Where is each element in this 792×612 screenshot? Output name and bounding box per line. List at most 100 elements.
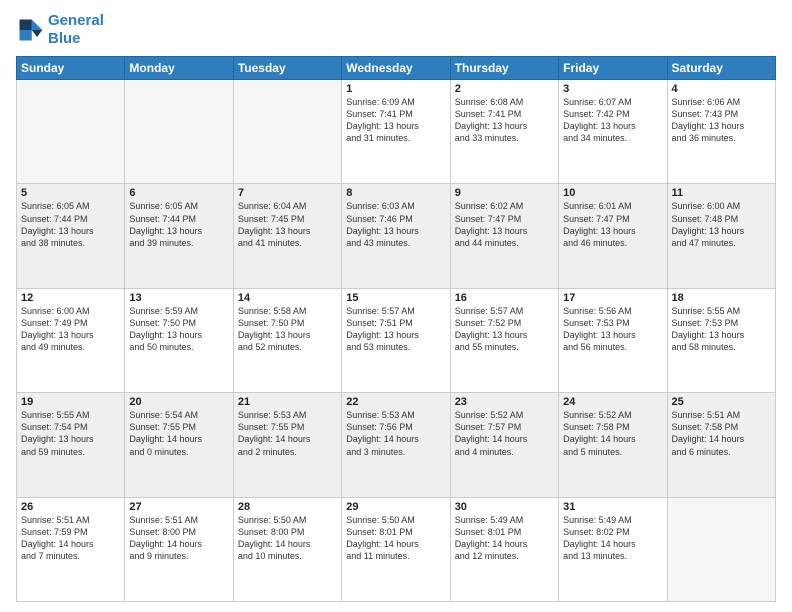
day-number: 30 <box>455 501 554 513</box>
calendar-day-11: 11Sunrise: 6:00 AM Sunset: 7:48 PM Dayli… <box>667 184 775 288</box>
day-info: Sunrise: 5:49 AM Sunset: 8:02 PM Dayligh… <box>563 514 662 563</box>
logo-text: General Blue <box>48 12 104 48</box>
day-number: 7 <box>238 187 337 199</box>
calendar-day-12: 12Sunrise: 6:00 AM Sunset: 7:49 PM Dayli… <box>17 288 125 392</box>
calendar-day-empty <box>667 497 775 601</box>
logo: General Blue <box>16 12 104 48</box>
day-number: 8 <box>346 187 445 199</box>
day-info: Sunrise: 5:57 AM Sunset: 7:51 PM Dayligh… <box>346 305 445 354</box>
calendar-day-26: 26Sunrise: 5:51 AM Sunset: 7:59 PM Dayli… <box>17 497 125 601</box>
day-number: 18 <box>672 292 771 304</box>
day-info: Sunrise: 5:57 AM Sunset: 7:52 PM Dayligh… <box>455 305 554 354</box>
calendar-day-2: 2Sunrise: 6:08 AM Sunset: 7:41 PM Daylig… <box>450 80 558 184</box>
column-header-sunday: Sunday <box>17 57 125 80</box>
day-number: 17 <box>563 292 662 304</box>
calendar-day-5: 5Sunrise: 6:05 AM Sunset: 7:44 PM Daylig… <box>17 184 125 288</box>
day-number: 19 <box>21 396 120 408</box>
day-number: 26 <box>21 501 120 513</box>
day-info: Sunrise: 6:00 AM Sunset: 7:48 PM Dayligh… <box>672 200 771 249</box>
calendar-day-10: 10Sunrise: 6:01 AM Sunset: 7:47 PM Dayli… <box>559 184 667 288</box>
day-number: 9 <box>455 187 554 199</box>
calendar-day-15: 15Sunrise: 5:57 AM Sunset: 7:51 PM Dayli… <box>342 288 450 392</box>
calendar-day-3: 3Sunrise: 6:07 AM Sunset: 7:42 PM Daylig… <box>559 80 667 184</box>
day-info: Sunrise: 5:53 AM Sunset: 7:55 PM Dayligh… <box>238 409 337 458</box>
day-number: 12 <box>21 292 120 304</box>
day-number: 28 <box>238 501 337 513</box>
day-info: Sunrise: 6:03 AM Sunset: 7:46 PM Dayligh… <box>346 200 445 249</box>
day-info: Sunrise: 6:08 AM Sunset: 7:41 PM Dayligh… <box>455 96 554 145</box>
day-info: Sunrise: 5:55 AM Sunset: 7:53 PM Dayligh… <box>672 305 771 354</box>
calendar-day-8: 8Sunrise: 6:03 AM Sunset: 7:46 PM Daylig… <box>342 184 450 288</box>
calendar-week-row: 12Sunrise: 6:00 AM Sunset: 7:49 PM Dayli… <box>17 288 776 392</box>
calendar-day-20: 20Sunrise: 5:54 AM Sunset: 7:55 PM Dayli… <box>125 393 233 497</box>
day-info: Sunrise: 5:55 AM Sunset: 7:54 PM Dayligh… <box>21 409 120 458</box>
day-info: Sunrise: 5:50 AM Sunset: 8:00 PM Dayligh… <box>238 514 337 563</box>
calendar-day-18: 18Sunrise: 5:55 AM Sunset: 7:53 PM Dayli… <box>667 288 775 392</box>
calendar-day-empty <box>233 80 341 184</box>
logo-line2: Blue <box>48 30 104 48</box>
calendar-day-22: 22Sunrise: 5:53 AM Sunset: 7:56 PM Dayli… <box>342 393 450 497</box>
day-info: Sunrise: 6:04 AM Sunset: 7:45 PM Dayligh… <box>238 200 337 249</box>
day-info: Sunrise: 5:51 AM Sunset: 7:58 PM Dayligh… <box>672 409 771 458</box>
calendar-day-19: 19Sunrise: 5:55 AM Sunset: 7:54 PM Dayli… <box>17 393 125 497</box>
day-info: Sunrise: 5:50 AM Sunset: 8:01 PM Dayligh… <box>346 514 445 563</box>
calendar-table: SundayMondayTuesdayWednesdayThursdayFrid… <box>16 56 776 602</box>
calendar-day-25: 25Sunrise: 5:51 AM Sunset: 7:58 PM Dayli… <box>667 393 775 497</box>
day-number: 1 <box>346 83 445 95</box>
calendar-day-17: 17Sunrise: 5:56 AM Sunset: 7:53 PM Dayli… <box>559 288 667 392</box>
day-number: 6 <box>129 187 228 199</box>
day-info: Sunrise: 5:52 AM Sunset: 7:58 PM Dayligh… <box>563 409 662 458</box>
column-header-friday: Friday <box>559 57 667 80</box>
day-number: 27 <box>129 501 228 513</box>
calendar-day-empty <box>17 80 125 184</box>
calendar-day-31: 31Sunrise: 5:49 AM Sunset: 8:02 PM Dayli… <box>559 497 667 601</box>
calendar-day-29: 29Sunrise: 5:50 AM Sunset: 8:01 PM Dayli… <box>342 497 450 601</box>
day-info: Sunrise: 5:51 AM Sunset: 7:59 PM Dayligh… <box>21 514 120 563</box>
day-info: Sunrise: 5:59 AM Sunset: 7:50 PM Dayligh… <box>129 305 228 354</box>
day-info: Sunrise: 5:52 AM Sunset: 7:57 PM Dayligh… <box>455 409 554 458</box>
day-number: 24 <box>563 396 662 408</box>
day-info: Sunrise: 6:07 AM Sunset: 7:42 PM Dayligh… <box>563 96 662 145</box>
day-number: 10 <box>563 187 662 199</box>
calendar-day-21: 21Sunrise: 5:53 AM Sunset: 7:55 PM Dayli… <box>233 393 341 497</box>
calendar-week-row: 5Sunrise: 6:05 AM Sunset: 7:44 PM Daylig… <box>17 184 776 288</box>
day-number: 11 <box>672 187 771 199</box>
day-number: 2 <box>455 83 554 95</box>
day-info: Sunrise: 6:02 AM Sunset: 7:47 PM Dayligh… <box>455 200 554 249</box>
day-number: 5 <box>21 187 120 199</box>
column-header-monday: Monday <box>125 57 233 80</box>
calendar-day-1: 1Sunrise: 6:09 AM Sunset: 7:41 PM Daylig… <box>342 80 450 184</box>
day-number: 23 <box>455 396 554 408</box>
day-number: 25 <box>672 396 771 408</box>
day-number: 14 <box>238 292 337 304</box>
day-number: 15 <box>346 292 445 304</box>
column-header-wednesday: Wednesday <box>342 57 450 80</box>
day-info: Sunrise: 6:06 AM Sunset: 7:43 PM Dayligh… <box>672 96 771 145</box>
day-number: 3 <box>563 83 662 95</box>
calendar-header-row: SundayMondayTuesdayWednesdayThursdayFrid… <box>17 57 776 80</box>
column-header-saturday: Saturday <box>667 57 775 80</box>
calendar-day-30: 30Sunrise: 5:49 AM Sunset: 8:01 PM Dayli… <box>450 497 558 601</box>
column-header-thursday: Thursday <box>450 57 558 80</box>
day-number: 31 <box>563 501 662 513</box>
day-info: Sunrise: 5:49 AM Sunset: 8:01 PM Dayligh… <box>455 514 554 563</box>
day-info: Sunrise: 6:05 AM Sunset: 7:44 PM Dayligh… <box>21 200 120 249</box>
day-info: Sunrise: 6:00 AM Sunset: 7:49 PM Dayligh… <box>21 305 120 354</box>
calendar-day-6: 6Sunrise: 6:05 AM Sunset: 7:44 PM Daylig… <box>125 184 233 288</box>
day-info: Sunrise: 6:09 AM Sunset: 7:41 PM Dayligh… <box>346 96 445 145</box>
day-number: 21 <box>238 396 337 408</box>
calendar-day-24: 24Sunrise: 5:52 AM Sunset: 7:58 PM Dayli… <box>559 393 667 497</box>
column-header-tuesday: Tuesday <box>233 57 341 80</box>
day-number: 22 <box>346 396 445 408</box>
calendar-day-16: 16Sunrise: 5:57 AM Sunset: 7:52 PM Dayli… <box>450 288 558 392</box>
page: General Blue SundayMondayTuesdayWednesda… <box>0 0 792 612</box>
calendar-day-4: 4Sunrise: 6:06 AM Sunset: 7:43 PM Daylig… <box>667 80 775 184</box>
day-info: Sunrise: 5:56 AM Sunset: 7:53 PM Dayligh… <box>563 305 662 354</box>
day-info: Sunrise: 5:54 AM Sunset: 7:55 PM Dayligh… <box>129 409 228 458</box>
calendar-day-9: 9Sunrise: 6:02 AM Sunset: 7:47 PM Daylig… <box>450 184 558 288</box>
calendar-week-row: 19Sunrise: 5:55 AM Sunset: 7:54 PM Dayli… <box>17 393 776 497</box>
day-number: 16 <box>455 292 554 304</box>
day-info: Sunrise: 6:05 AM Sunset: 7:44 PM Dayligh… <box>129 200 228 249</box>
logo-icon <box>16 16 44 44</box>
calendar-day-27: 27Sunrise: 5:51 AM Sunset: 8:00 PM Dayli… <box>125 497 233 601</box>
